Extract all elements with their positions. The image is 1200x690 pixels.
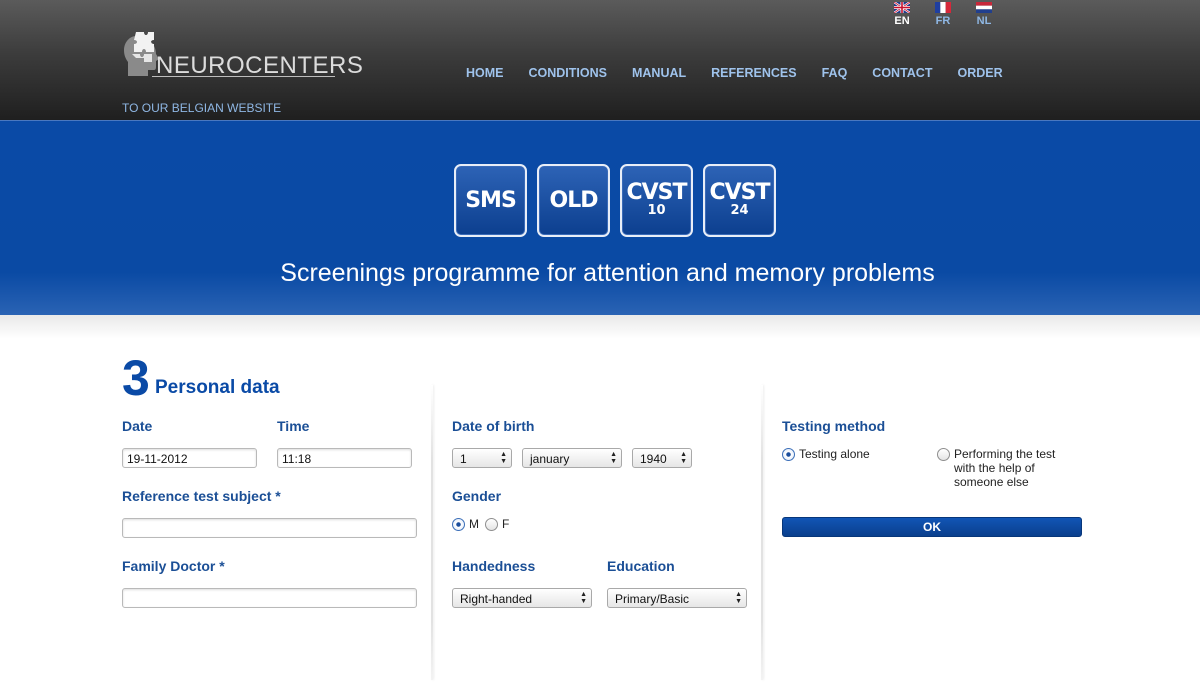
dob-label: Date of birth [452, 418, 535, 434]
tile-label: CVST [626, 180, 687, 205]
column-divider [761, 385, 763, 680]
lang-code: EN [894, 15, 910, 27]
dob-month-select[interactable]: january ▲ ▼ [522, 448, 622, 468]
tile-label: OLD [549, 188, 599, 213]
netherlands-flag-icon [976, 2, 992, 13]
gender-f-label: F [502, 517, 510, 531]
date-label: Date [122, 418, 153, 434]
handedness-select[interactable]: Right-handed ▲ ▼ [452, 588, 592, 608]
nav-references[interactable]: REFERENCES [711, 66, 796, 80]
education-select[interactable]: Primary/Basic ▲ ▼ [607, 588, 747, 608]
logo-underline [152, 76, 335, 77]
france-flag-icon [935, 2, 951, 13]
ok-button[interactable]: OK [782, 517, 1082, 537]
nav-manual[interactable]: MANUAL [632, 66, 686, 80]
belgian-website-link[interactable]: TO OUR BELGIAN WEBSITE [122, 101, 281, 115]
tile-sms[interactable]: SMS [454, 164, 527, 237]
select-arrows-icon: ▲ ▼ [580, 591, 587, 605]
dob-day-value: 1 [460, 452, 467, 466]
family-doctor-label: Family Doctor * [122, 558, 225, 574]
site-header: NEUROCENTERS TO OUR BELGIAN WEBSITE EN F… [0, 0, 1200, 120]
tile-label: SMS [465, 188, 517, 213]
nav-contact[interactable]: CONTACT [872, 66, 932, 80]
lang-code: NL [976, 15, 992, 27]
tile-old[interactable]: OLD [537, 164, 610, 237]
tile-cvst-10[interactable]: CVST 10 [620, 164, 693, 237]
tile-sublabel: 24 [730, 203, 749, 218]
banner-title: Screenings programme for attention and m… [280, 259, 935, 287]
testing-method-label: Testing method [782, 418, 886, 434]
gender-m-radio[interactable] [452, 518, 465, 531]
banner-shadow [0, 315, 1200, 339]
step-number: 3 [122, 350, 150, 406]
date-field[interactable]: 19-11-2012 [122, 448, 257, 468]
select-arrows-icon: ▲ ▼ [610, 451, 617, 465]
lang-code: FR [935, 15, 951, 27]
tile-label: CVST [709, 180, 770, 205]
education-value: Primary/Basic [615, 592, 690, 606]
lang-nl[interactable]: NL [972, 2, 996, 27]
handedness-value: Right-handed [460, 592, 533, 606]
testing-with-help-label: Performing the test with the help of som… [954, 447, 1056, 489]
education-label: Education [607, 558, 675, 574]
nav-faq[interactable]: FAQ [822, 66, 848, 80]
nav-conditions[interactable]: CONDITIONS [529, 66, 607, 80]
dob-year-value: 1940 [640, 452, 667, 466]
dob-month-value: january [530, 452, 570, 466]
step-title: Personal data [155, 377, 280, 398]
select-arrows-icon: ▲ ▼ [735, 591, 742, 605]
reference-label: Reference test subject * [122, 488, 281, 504]
gender-m-label: M [469, 517, 479, 531]
select-arrows-icon: ▲ ▼ [680, 451, 687, 465]
lang-fr[interactable]: FR [931, 2, 955, 27]
column-divider [431, 385, 433, 680]
testing-with-help-radio[interactable] [937, 448, 950, 461]
gender-f-radio[interactable] [485, 518, 498, 531]
dob-day-select[interactable]: 1 ▲ ▼ [452, 448, 512, 468]
time-label: Time [277, 418, 310, 434]
dob-year-select[interactable]: 1940 ▲ ▼ [632, 448, 692, 468]
reference-field[interactable] [122, 518, 417, 538]
family-doctor-field[interactable] [122, 588, 417, 608]
time-field[interactable]: 11:18 [277, 448, 412, 468]
hero-banner: SMS OLD CVST 10 CVST 24 Screenings progr… [0, 120, 1200, 315]
handedness-label: Handedness [452, 558, 536, 574]
main-nav: HOME CONDITIONS MANUAL REFERENCES FAQ CO… [466, 66, 1028, 80]
nav-order[interactable]: ORDER [957, 66, 1002, 80]
nav-home[interactable]: HOME [466, 66, 504, 80]
testing-alone-radio[interactable] [782, 448, 795, 461]
lang-en[interactable]: EN [890, 2, 914, 27]
testing-alone-label: Testing alone [799, 447, 870, 461]
tile-sublabel: 10 [647, 203, 666, 218]
tile-cvst-24[interactable]: CVST 24 [703, 164, 776, 237]
logo[interactable]: NEUROCENTERS [122, 30, 363, 82]
uk-flag-icon [894, 2, 910, 13]
select-arrows-icon: ▲ ▼ [500, 451, 507, 465]
gender-label: Gender [452, 488, 502, 504]
